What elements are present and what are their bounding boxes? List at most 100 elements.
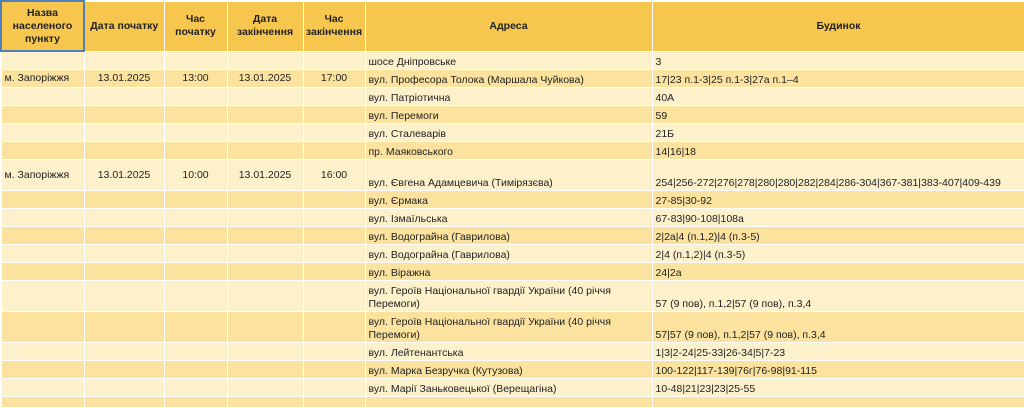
cell-address[interactable]: вул. Патріотична <box>364 87 653 106</box>
cell-time-end[interactable] <box>302 50 366 70</box>
empty-cell[interactable] <box>364 396 653 408</box>
cell-address[interactable]: шосе Дніпровське <box>364 50 653 70</box>
cell-date-start[interactable] <box>83 342 165 361</box>
cell-address[interactable]: вул. Ізмаїльська <box>364 208 653 227</box>
cell-address[interactable]: вул. Героїв Національної гвардії України… <box>364 311 653 343</box>
cell-building[interactable]: 67-83|90-108|108а <box>651 208 1024 227</box>
cell-date-start[interactable] <box>83 226 165 245</box>
cell-time-start[interactable] <box>163 280 228 312</box>
cell-building[interactable]: 57 (9 пов), п.1,2|57 (9 пов), п.3,4 <box>651 280 1024 312</box>
cell-date-end[interactable] <box>226 105 304 124</box>
cell-time-end[interactable] <box>302 226 366 245</box>
cell-date-start[interactable] <box>83 87 165 106</box>
cell-time-start[interactable] <box>163 105 228 124</box>
cell-date-end[interactable] <box>226 311 304 343</box>
cell-time-end[interactable] <box>302 141 366 160</box>
cell-time-end[interactable]: 17:00 <box>302 69 366 88</box>
cell-date-start[interactable] <box>83 378 165 397</box>
empty-cell[interactable] <box>651 396 1024 408</box>
cell-time-start[interactable]: 10:00 <box>163 159 228 191</box>
cell-address[interactable]: вул. Сталеварів <box>364 123 653 142</box>
cell-building[interactable]: 3 <box>651 50 1024 70</box>
empty-cell[interactable] <box>0 396 85 408</box>
cell-date-end[interactable] <box>226 360 304 379</box>
cell-date-end[interactable] <box>226 342 304 361</box>
header-city[interactable]: Назва населеного пункту <box>0 0 85 52</box>
cell-time-end[interactable] <box>302 280 366 312</box>
cell-date-start[interactable] <box>83 123 165 142</box>
cell-date-start[interactable] <box>83 280 165 312</box>
cell-building[interactable]: 21Б <box>651 123 1024 142</box>
cell-time-end[interactable] <box>302 87 366 106</box>
cell-address[interactable]: вул. Героїв Національної гвардії України… <box>364 280 653 312</box>
cell-city[interactable] <box>0 342 85 361</box>
cell-date-start[interactable] <box>83 262 165 281</box>
cell-city[interactable] <box>0 360 85 379</box>
cell-city[interactable] <box>0 244 85 263</box>
cell-city[interactable]: м. Запоріжжя <box>0 159 85 191</box>
cell-time-start[interactable] <box>163 311 228 343</box>
cell-time-start[interactable] <box>163 378 228 397</box>
cell-date-end[interactable] <box>226 262 304 281</box>
cell-date-start[interactable] <box>83 311 165 343</box>
cell-address[interactable]: вул. Віражна <box>364 262 653 281</box>
cell-city[interactable] <box>0 123 85 142</box>
empty-cell[interactable] <box>226 396 304 408</box>
empty-cell[interactable] <box>83 396 165 408</box>
cell-city[interactable] <box>0 208 85 227</box>
cell-city[interactable] <box>0 141 85 160</box>
cell-address[interactable]: вул. Марії Заньковецької (Верещагіна) <box>364 378 653 397</box>
cell-building[interactable]: 2|4 (п.1,2)|4 (п.3-5) <box>651 244 1024 263</box>
cell-time-end[interactable] <box>302 262 366 281</box>
cell-city[interactable] <box>0 226 85 245</box>
empty-cell[interactable] <box>302 396 366 408</box>
cell-date-end[interactable] <box>226 141 304 160</box>
cell-city[interactable] <box>0 311 85 343</box>
cell-address[interactable]: вул. Лейтенантська <box>364 342 653 361</box>
header-address[interactable]: Адреса <box>364 0 653 52</box>
cell-date-end[interactable]: 13.01.2025 <box>226 159 304 191</box>
cell-time-start[interactable] <box>163 50 228 70</box>
cell-date-end[interactable] <box>226 280 304 312</box>
cell-time-end[interactable] <box>302 360 366 379</box>
cell-city[interactable] <box>0 105 85 124</box>
header-date-end[interactable]: Дата закінчення <box>226 0 304 52</box>
cell-date-start[interactable]: 13.01.2025 <box>83 159 165 191</box>
cell-time-end[interactable] <box>302 342 366 361</box>
cell-time-end[interactable] <box>302 378 366 397</box>
cell-time-end[interactable] <box>302 311 366 343</box>
cell-city[interactable] <box>0 190 85 209</box>
cell-time-end[interactable] <box>302 190 366 209</box>
cell-time-end[interactable]: 16:00 <box>302 159 366 191</box>
cell-time-start[interactable] <box>163 123 228 142</box>
cell-building[interactable]: 17|23 п.1-3|25 п.1-3|27а п.1–4 <box>651 69 1024 88</box>
cell-date-start[interactable] <box>83 360 165 379</box>
cell-city[interactable] <box>0 262 85 281</box>
cell-building[interactable]: 10-48|21|23|23|25-55 <box>651 378 1024 397</box>
cell-date-end[interactable] <box>226 226 304 245</box>
header-time-start[interactable]: Час початку <box>163 0 228 52</box>
cell-city[interactable]: м. Запоріжжя <box>0 69 85 88</box>
cell-date-end[interactable] <box>226 244 304 263</box>
cell-building[interactable]: 27-85|30-92 <box>651 190 1024 209</box>
cell-address[interactable]: вул. Професора Толока (Маршала Чуйкова) <box>364 69 653 88</box>
header-date-start[interactable]: Дата початку <box>83 0 165 52</box>
cell-time-start[interactable] <box>163 262 228 281</box>
cell-time-start[interactable] <box>163 226 228 245</box>
cell-date-start[interactable] <box>83 50 165 70</box>
cell-building[interactable]: 57|57 (9 пов), п.1,2|57 (9 пов), п.3,4 <box>651 311 1024 343</box>
cell-time-start[interactable] <box>163 208 228 227</box>
cell-building[interactable]: 254|256-272|276|278|280|280|282|284|286-… <box>651 159 1024 191</box>
cell-date-end[interactable] <box>226 87 304 106</box>
cell-time-end[interactable] <box>302 244 366 263</box>
cell-time-start[interactable]: 13:00 <box>163 69 228 88</box>
cell-address[interactable]: вул. Марка Безручка (Кутузова) <box>364 360 653 379</box>
cell-time-start[interactable] <box>163 190 228 209</box>
cell-building[interactable]: 40А <box>651 87 1024 106</box>
cell-time-start[interactable] <box>163 342 228 361</box>
cell-building[interactable]: 100-122|117-139|76г|76-98|91-115 <box>651 360 1024 379</box>
cell-date-start[interactable] <box>83 105 165 124</box>
cell-date-start[interactable] <box>83 208 165 227</box>
cell-address[interactable]: вул. Єрмака <box>364 190 653 209</box>
cell-date-end[interactable] <box>226 208 304 227</box>
